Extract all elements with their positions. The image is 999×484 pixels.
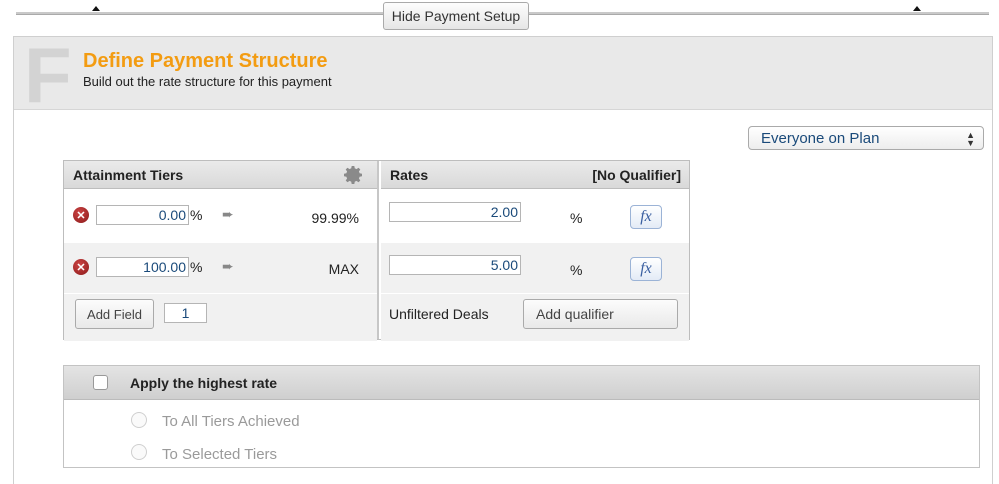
highest-rate-title: Apply the highest rate bbox=[130, 375, 278, 391]
section-letter-icon: F bbox=[24, 31, 72, 119]
plan-scope-select[interactable]: Everyone on Plan ▲ ▼ bbox=[748, 126, 984, 150]
page-title: Define Payment Structure bbox=[83, 50, 328, 72]
top-divider: Hide Payment Setup bbox=[0, 0, 999, 32]
rates-title: Rates bbox=[390, 167, 429, 183]
qualifier-row: Unfiltered Deals Add qualifier bbox=[381, 294, 689, 341]
attainment-tiers-column: Attainment Tiers ✕ 0.00 % ➨ 99.99% ✕ 100… bbox=[64, 161, 379, 341]
add-qualifier-button[interactable]: Add qualifier bbox=[523, 299, 678, 329]
rate-row: 2.00 % fx bbox=[381, 190, 689, 242]
formula-fx-icon[interactable]: fx bbox=[630, 257, 662, 281]
tier-actions-row: Add Field 1 bbox=[64, 294, 377, 341]
highest-rate-header: Apply the highest rate bbox=[64, 366, 979, 400]
selected-tiers-radio[interactable] bbox=[131, 444, 147, 460]
all-tiers-radio[interactable] bbox=[131, 412, 147, 428]
attainment-tiers-header: Attainment Tiers bbox=[64, 161, 377, 189]
define-payment-panel: F Define Payment Structure Build out the… bbox=[13, 36, 993, 484]
tier-row: ✕ 0.00 % ➨ 99.99% bbox=[64, 190, 377, 242]
tier-row: ✕ 100.00 % ➨ MAX bbox=[64, 243, 377, 293]
panel-header: F Define Payment Structure Build out the… bbox=[14, 31, 992, 119]
rate-unit: % bbox=[570, 262, 583, 278]
highest-rate-section: Apply the highest rate To All Tiers Achi… bbox=[63, 365, 980, 468]
collapse-left-icon[interactable] bbox=[92, 6, 100, 11]
arrow-right-icon: ➨ bbox=[222, 258, 234, 274]
rate-row: 5.00 % fx bbox=[381, 243, 689, 293]
rates-column: Rates [No Qualifier] 2.00 % fx 5.00 % fx… bbox=[381, 161, 689, 341]
rate-input[interactable]: 5.00 bbox=[389, 255, 521, 275]
collapse-right-icon[interactable] bbox=[913, 6, 921, 11]
apply-highest-rate-checkbox[interactable] bbox=[93, 375, 108, 390]
rate-unit: % bbox=[570, 210, 583, 226]
add-field-count-input[interactable]: 1 bbox=[164, 303, 207, 323]
selected-tiers-label: To Selected Tiers bbox=[162, 446, 278, 463]
delete-tier-icon[interactable]: ✕ bbox=[73, 207, 89, 223]
tier-unit: % bbox=[190, 207, 203, 223]
arrow-right-icon: ➨ bbox=[222, 206, 234, 222]
formula-fx-icon[interactable]: fx bbox=[630, 205, 662, 229]
all-tiers-label: To All Tiers Achieved bbox=[162, 413, 300, 430]
attainment-tiers-title: Attainment Tiers bbox=[73, 167, 184, 183]
tier-upper-value: MAX bbox=[328, 261, 359, 277]
unfiltered-deals-label: Unfiltered Deals bbox=[389, 306, 489, 322]
rate-input[interactable]: 2.00 bbox=[389, 202, 521, 222]
tier-lower-input[interactable]: 100.00 bbox=[96, 257, 189, 277]
tier-unit: % bbox=[190, 259, 203, 275]
add-field-button[interactable]: Add Field bbox=[75, 299, 154, 329]
qualifier-label: [No Qualifier] bbox=[592, 167, 681, 183]
tier-upper-value: 99.99% bbox=[311, 210, 359, 226]
tier-lower-input[interactable]: 0.00 bbox=[96, 205, 189, 225]
hide-payment-setup-button[interactable]: Hide Payment Setup bbox=[383, 2, 529, 30]
plan-scope-value: Everyone on Plan bbox=[761, 129, 880, 147]
gear-icon[interactable] bbox=[341, 163, 365, 187]
select-arrows-icon: ▲ ▼ bbox=[966, 130, 975, 148]
rates-header: Rates [No Qualifier] bbox=[381, 161, 689, 189]
rate-table: Attainment Tiers ✕ 0.00 % ➨ 99.99% ✕ 100… bbox=[63, 160, 690, 341]
delete-tier-icon[interactable]: ✕ bbox=[73, 259, 89, 275]
page-subtitle: Build out the rate structure for this pa… bbox=[83, 74, 332, 89]
